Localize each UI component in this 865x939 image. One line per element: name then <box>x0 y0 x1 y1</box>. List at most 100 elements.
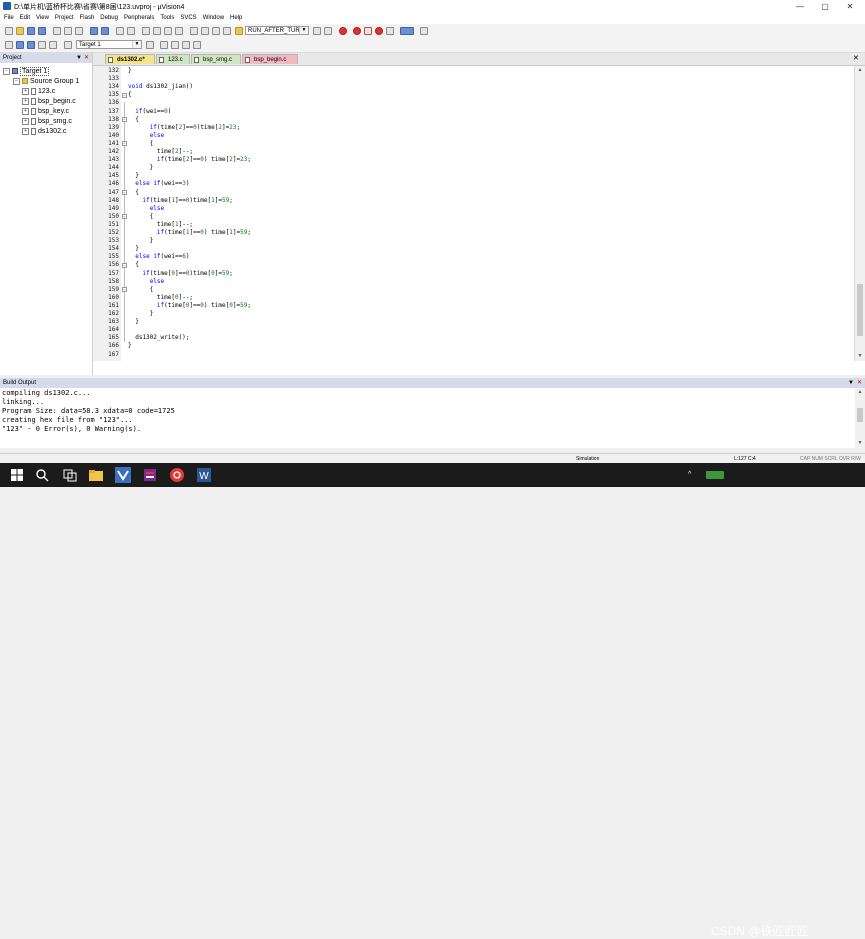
next-bookmark-icon[interactable] <box>164 27 172 35</box>
close-panel-icon[interactable]: ✕ <box>857 378 862 388</box>
window-layout-icon[interactable] <box>400 27 414 35</box>
minimize-button[interactable]: — <box>788 1 812 12</box>
tab-ds1302[interactable]: ds1302.c* <box>105 54 155 64</box>
netease-music-icon[interactable] <box>169 467 185 483</box>
tab-bsp-begin[interactable]: bsp_begin.c <box>242 54 298 64</box>
scroll-down-icon[interactable]: ▼ <box>855 440 865 446</box>
rebuild-icon[interactable] <box>27 41 35 49</box>
scroll-up-icon[interactable]: ▲ <box>855 67 865 73</box>
file-extensions-icon[interactable] <box>160 41 168 49</box>
incremental-find-icon[interactable] <box>324 27 332 35</box>
code-editor[interactable]: 132 133 134 135 136 137 138 139 140 141 142 143 144 1… <box>93 66 854 361</box>
menu-project[interactable]: Project <box>52 13 77 24</box>
target-select-combo[interactable]: Target 1 ▼ <box>76 40 142 49</box>
cut-icon[interactable] <box>53 27 61 35</box>
build-output-scrollbar[interactable]: ▲ ▼ <box>855 388 865 448</box>
save-all-icon[interactable] <box>38 27 46 35</box>
fold-toggle-icon[interactable]: − <box>122 262 127 268</box>
translate-icon[interactable] <box>5 41 13 49</box>
tree-file[interactable]: + bsp_smg.c <box>22 117 72 126</box>
menu-flash[interactable]: Flash <box>77 13 98 24</box>
nav-back-icon[interactable] <box>116 27 124 35</box>
prev-bookmark-icon[interactable] <box>153 27 161 35</box>
editor-vertical-scrollbar[interactable]: ▲ ▼ <box>854 66 865 361</box>
menu-tools[interactable]: Tools <box>157 13 177 24</box>
menu-debug[interactable]: Debug <box>97 13 121 24</box>
clear-bookmarks-icon[interactable] <box>175 27 183 35</box>
tree-group[interactable]: − Source Group 1 <box>13 77 79 86</box>
pin-icon[interactable]: ▼ <box>76 53 82 63</box>
disable-breakpoint-icon[interactable] <box>364 27 372 35</box>
pin-icon[interactable]: ▼ <box>848 378 854 388</box>
expand-icon[interactable]: + <box>22 97 29 105</box>
open-file-icon[interactable] <box>16 27 24 35</box>
undo-icon[interactable] <box>90 27 98 35</box>
word-icon[interactable]: W <box>196 467 212 483</box>
tree-target[interactable]: − Target 1 <box>3 67 50 76</box>
nav-forward-icon[interactable] <box>127 27 135 35</box>
close-panel-icon[interactable]: ✕ <box>84 53 89 63</box>
find-icon[interactable] <box>313 27 321 35</box>
expand-icon[interactable]: + <box>22 87 29 95</box>
tree-file[interactable]: + bsp_key.c <box>22 107 69 116</box>
paste-icon[interactable] <box>75 27 83 35</box>
fold-toggle-icon[interactable]: − <box>122 92 127 98</box>
windows-start-icon[interactable] <box>9 467 25 483</box>
scroll-thumb[interactable] <box>857 408 863 422</box>
comment-icon[interactable] <box>212 27 220 35</box>
tree-file[interactable]: + bsp_begin.c <box>22 97 76 106</box>
debug-function-combo[interactable]: RUN_AFTER_TURN_ ▼ <box>245 26 309 35</box>
file-explorer-icon[interactable] <box>88 467 104 483</box>
collapse-icon[interactable]: − <box>3 67 10 75</box>
kill-breakpoints-icon[interactable] <box>375 27 383 35</box>
copy-icon[interactable] <box>64 27 72 35</box>
menu-peripherals[interactable]: Peripherals <box>121 13 157 24</box>
uncomment-icon[interactable] <box>223 27 231 35</box>
disable-all-breakpoints-icon[interactable] <box>386 27 394 35</box>
configure-icon[interactable] <box>420 27 428 35</box>
tray-chevron-icon[interactable]: ^ <box>688 471 691 478</box>
input-method-icon[interactable] <box>706 471 724 479</box>
fold-toggle-icon[interactable]: − <box>122 141 127 147</box>
save-icon[interactable] <box>27 27 35 35</box>
fold-toggle-icon[interactable]: − <box>122 117 127 123</box>
menu-file[interactable]: File <box>0 13 17 24</box>
tree-file[interactable]: + ds1302.c <box>22 127 66 136</box>
multi-project-icon[interactable] <box>193 41 201 49</box>
indent-icon[interactable] <box>190 27 198 35</box>
redo-icon[interactable] <box>101 27 109 35</box>
chevron-down-icon[interactable]: ▼ <box>299 27 308 34</box>
scroll-up-icon[interactable]: ▲ <box>855 389 865 395</box>
tab-123[interactable]: 123.c <box>156 54 190 64</box>
menu-edit[interactable]: Edit <box>17 13 33 24</box>
tab-bsp-smg[interactable]: bsp_smg.c <box>191 54 241 64</box>
task-view-icon[interactable] <box>62 467 78 483</box>
scroll-thumb[interactable] <box>857 284 863 336</box>
stc-isp-icon[interactable] <box>142 467 158 483</box>
build-icon[interactable] <box>16 41 24 49</box>
scroll-down-icon[interactable]: ▼ <box>855 353 865 359</box>
expand-icon[interactable]: + <box>22 107 29 115</box>
menu-view[interactable]: View <box>33 13 52 24</box>
menu-help[interactable]: Help <box>227 13 245 24</box>
select-device-icon[interactable] <box>182 41 190 49</box>
maximize-button[interactable]: ▢ <box>813 1 837 12</box>
tree-file[interactable]: +123.c <box>22 87 55 96</box>
close-button[interactable]: ✕ <box>838 1 862 12</box>
debug-session-icon[interactable] <box>339 27 347 35</box>
expand-icon[interactable]: + <box>22 117 29 125</box>
chevron-down-icon[interactable]: ▼ <box>132 41 141 48</box>
collapse-icon[interactable]: − <box>13 77 20 85</box>
menu-window[interactable]: Window <box>200 13 227 24</box>
new-file-icon[interactable] <box>5 27 13 35</box>
close-tab-icon[interactable]: ✕ <box>853 54 859 62</box>
bookmark-icon[interactable] <box>142 27 150 35</box>
find-in-files-icon[interactable] <box>235 27 243 35</box>
expand-icon[interactable]: + <box>22 127 29 135</box>
search-icon[interactable] <box>34 467 50 483</box>
stop-build-icon[interactable] <box>49 41 57 49</box>
fold-toggle-icon[interactable]: − <box>122 190 127 195</box>
unindent-icon[interactable] <box>201 27 209 35</box>
fold-toggle-icon[interactable]: − <box>122 287 127 293</box>
download-icon[interactable] <box>64 41 72 49</box>
